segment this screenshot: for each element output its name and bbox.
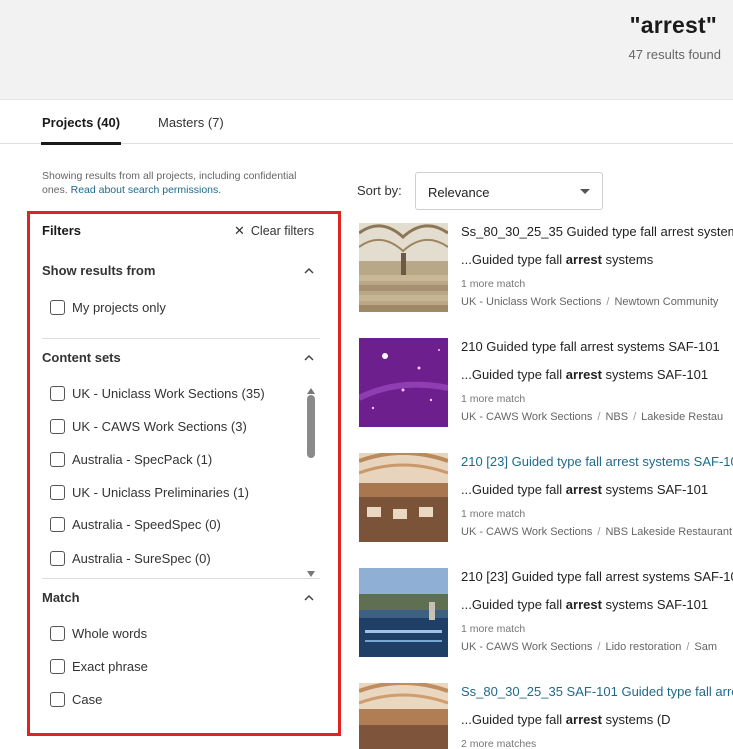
result-title[interactable]: 210 Guided type fall arrest systems SAF-… — [461, 339, 720, 354]
result-more-matches[interactable]: 1 more match — [461, 393, 525, 405]
checkbox-label: Australia - SpecPack (1) — [72, 452, 213, 467]
section-title-match: Match — [42, 590, 80, 605]
section-title-content-sets: Content sets — [42, 350, 121, 365]
result-title[interactable]: Ss_80_30_25_35 SAF-101 Guided type fall … — [461, 684, 733, 699]
scroll-up-arrow-icon[interactable] — [306, 382, 316, 394]
checkbox-label: UK - Uniclass Work Sections (35) — [72, 386, 265, 401]
result-thumbnail[interactable] — [359, 683, 448, 749]
checkbox[interactable] — [50, 659, 65, 674]
close-icon: ✕ — [234, 223, 245, 238]
result-more-matches[interactable]: 1 more match — [461, 508, 525, 520]
chevron-up-icon[interactable] — [303, 265, 315, 277]
tab-projects[interactable]: Projects (40) — [40, 115, 122, 145]
breadcrumb-item[interactable]: Sam — [694, 641, 717, 653]
checkbox-content-set[interactable]: UK - CAWS Work Sections (3) — [50, 419, 247, 434]
chevron-up-icon[interactable] — [303, 592, 315, 604]
result-item: 210 [23] Guided type fall arrest systems… — [359, 568, 733, 663]
checkbox-whole-words[interactable]: Whole words — [50, 626, 147, 641]
clear-filters-label: Clear filters — [250, 224, 315, 238]
results-count: 47 results found — [628, 47, 721, 62]
result-item: Ss_80_30_25_35 Guided type fall arrest s… — [359, 223, 733, 318]
results-tabs: Projects (40) Masters (7) — [0, 99, 733, 145]
checkbox[interactable] — [50, 517, 65, 532]
breadcrumb-item[interactable]: NBS — [605, 411, 628, 423]
result-breadcrumb: UK - CAWS Work Sections / NBS Lakeside Res… — [461, 526, 733, 538]
result-thumbnail[interactable] — [359, 338, 448, 427]
clear-filters-button[interactable]: ✕ Clear filters — [234, 223, 314, 239]
result-more-matches[interactable]: 1 more match — [461, 623, 525, 635]
checkbox[interactable] — [50, 419, 65, 434]
filters-panel-highlight — [27, 211, 341, 736]
result-breadcrumb: UK - CAWS Work Sections / Lido restoration… — [461, 641, 717, 653]
result-snippet: ...Guided type fall arrest systems SAF-1… — [461, 482, 709, 497]
sort-label: Sort by: — [357, 183, 402, 198]
section-divider — [42, 578, 320, 579]
breadcrumb-item[interactable]: UK - Uniclass Work Sections — [461, 296, 601, 308]
checkbox[interactable] — [50, 626, 65, 641]
checkbox-label: UK - CAWS Work Sections (3) — [72, 419, 247, 434]
checkbox[interactable] — [50, 485, 65, 500]
result-breadcrumb: UK - Uniclass Work Sections / Newtown Comm… — [461, 296, 719, 308]
checkbox-label: Whole words — [72, 626, 148, 641]
breadcrumb-item[interactable]: Newtown Community — [614, 296, 718, 308]
checkbox-label: Australia - SpeedSpec (0) — [72, 517, 221, 532]
result-title[interactable]: 210 [23] Guided type fall arrest systems… — [461, 569, 733, 584]
breadcrumb-item[interactable]: Lakeside Restau — [641, 411, 723, 423]
checkbox-label: Case — [72, 692, 103, 707]
filters-title: Filters — [42, 223, 82, 238]
result-thumbnail[interactable] — [359, 223, 448, 312]
breadcrumb-item[interactable]: UK - CAWS Work Sections — [461, 411, 592, 423]
result-snippet: ...Guided type fall arrest systems (D — [461, 712, 671, 727]
search-query-title: "arrest" — [629, 12, 717, 38]
breadcrumb-item[interactable]: Lido restoration — [605, 641, 681, 653]
checkbox-case[interactable]: Case — [50, 692, 102, 707]
checkbox-my-projects-only[interactable]: My projects only — [50, 300, 166, 315]
result-thumbnail[interactable] — [359, 568, 448, 657]
result-title[interactable]: 210 [23] Guided type fall arrest systems… — [461, 454, 733, 469]
permissions-note: Showing results from all projects, inclu… — [42, 169, 312, 197]
sort-value: Relevance — [428, 185, 490, 200]
section-divider — [42, 338, 320, 339]
tab-masters[interactable]: Masters (7) — [158, 115, 224, 130]
chevron-up-icon[interactable] — [303, 352, 315, 364]
checkbox-exact-phrase[interactable]: Exact phrase — [50, 659, 148, 674]
checkbox-content-set[interactable]: Australia - SpecPack (1) — [50, 452, 212, 467]
checkbox-content-set[interactable]: Australia - SpeedSpec (0) — [50, 517, 221, 532]
breadcrumb-item[interactable]: UK - CAWS Work Sections — [461, 526, 592, 538]
result-item: Ss_80_30_25_35 SAF-101 Guided type fall … — [359, 683, 733, 749]
section-title-show-results: Show results from — [42, 263, 156, 278]
search-permissions-link[interactable]: Read about search permissions. — [71, 184, 222, 196]
sort-dropdown[interactable]: Relevance — [415, 172, 603, 210]
checkbox-label: Exact phrase — [72, 659, 148, 674]
checkbox[interactable] — [50, 300, 65, 315]
breadcrumb-item[interactable]: NBS Lakeside Restaurant — [605, 526, 732, 538]
result-thumbnail[interactable] — [359, 453, 448, 542]
checkbox[interactable] — [50, 386, 65, 401]
checkbox-content-set[interactable]: UK - Uniclass Work Sections (35) — [50, 386, 265, 401]
scroll-down-arrow-icon[interactable] — [306, 565, 316, 577]
breadcrumb-item[interactable]: UK - CAWS Work Sections — [461, 641, 592, 653]
checkbox-label: UK - Uniclass Preliminaries (1) — [72, 485, 249, 500]
caret-down-icon — [580, 189, 590, 194]
result-more-matches[interactable]: 1 more match — [461, 278, 525, 290]
checkbox-content-set[interactable]: UK - Uniclass Preliminaries (1) — [50, 485, 249, 500]
result-breadcrumb: UK - CAWS Work Sections / NBS / Lakeside Res… — [461, 411, 724, 423]
result-title[interactable]: Ss_80_30_25_35 Guided type fall arrest s… — [461, 224, 733, 239]
checkbox-content-set[interactable]: Australia - SureSpec (0) — [50, 551, 211, 566]
result-item: 210 Guided type fall arrest systems SAF-… — [359, 338, 733, 433]
checkbox[interactable] — [50, 551, 65, 566]
content-sets-scrollbar[interactable] — [307, 395, 315, 458]
result-snippet: ...Guided type fall arrest systems — [461, 252, 654, 267]
search-header: "arrest" 47 results found — [0, 0, 733, 99]
checkbox[interactable] — [50, 452, 65, 467]
checkbox-label: My projects only — [72, 300, 166, 315]
result-snippet: ...Guided type fall arrest systems SAF-1… — [461, 367, 709, 382]
result-more-matches[interactable]: 2 more matches — [461, 738, 536, 749]
result-snippet: ...Guided type fall arrest systems SAF-1… — [461, 597, 709, 612]
checkbox-label: Australia - SureSpec (0) — [72, 551, 211, 566]
checkbox[interactable] — [50, 692, 65, 707]
result-item: 210 [23] Guided type fall arrest systems… — [359, 453, 733, 548]
